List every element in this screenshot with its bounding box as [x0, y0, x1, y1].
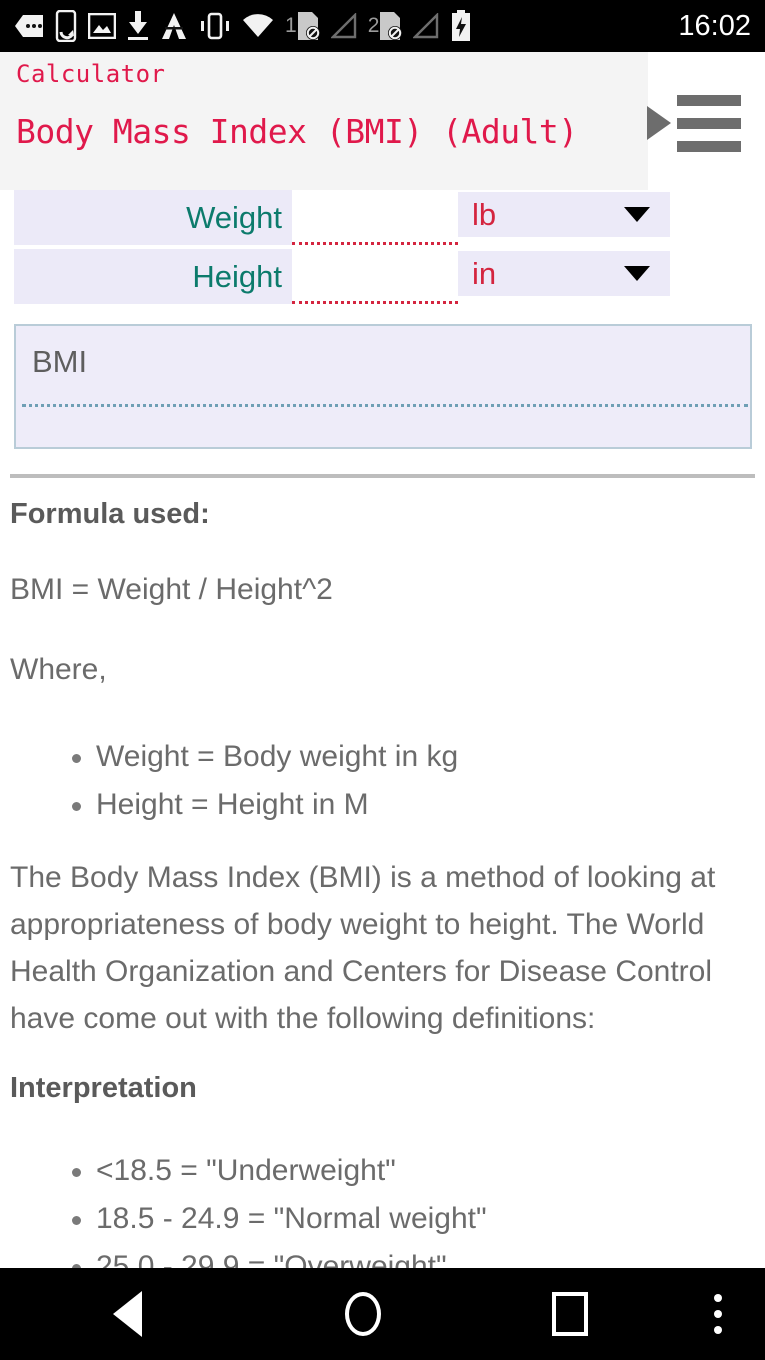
sim2-group: 2 — [368, 9, 403, 43]
battery-charging-icon — [450, 9, 472, 43]
status-icon-tray: 1 2 — [14, 9, 670, 43]
image-icon — [88, 9, 116, 43]
chevron-down-icon — [624, 266, 650, 281]
height-unit-value: in — [472, 255, 497, 291]
hamburger-icon — [677, 94, 741, 152]
recents-icon[interactable] — [470, 1268, 670, 1360]
signal2-icon — [413, 9, 439, 43]
overflow-menu-icon[interactable] — [670, 1268, 765, 1360]
weight-label: Weight — [14, 190, 292, 245]
back-icon[interactable] — [0, 1268, 255, 1360]
sim2-disabled-icon — [378, 9, 403, 43]
where-list: Weight = Body weight in kg Height = Heig… — [10, 733, 755, 828]
weight-unit-value: lb — [472, 196, 497, 232]
status-bar: 1 2 16:02 — [0, 0, 765, 52]
list-item: Weight = Body weight in kg — [10, 733, 755, 780]
list-item: 18.5 - 24.9 = "Normal weight" — [10, 1195, 755, 1242]
weight-row: Weight lb — [0, 190, 765, 245]
page-title: Body Mass Index (BMI) (Adult) — [16, 112, 578, 151]
messages-icon — [14, 9, 44, 43]
info-content: Formula used: BMI = Weight / Height^2 Wh… — [10, 498, 755, 1316]
height-input[interactable] — [292, 249, 458, 304]
home-icon[interactable] — [255, 1268, 470, 1360]
play-triangle-icon — [647, 106, 671, 140]
list-item: <18.5 = "Underweight" — [10, 1147, 755, 1194]
where-label: Where, — [10, 653, 107, 686]
phone-sync-icon — [55, 9, 77, 43]
header-text-group: Calculator Body Mass Index (BMI) (Adult) — [16, 52, 578, 151]
vibrate-icon — [199, 9, 231, 43]
weight-unit-select[interactable]: lb — [458, 192, 670, 237]
section-divider — [10, 474, 755, 478]
download-icon — [127, 9, 149, 43]
bmi-result-label: BMI — [32, 344, 88, 379]
sim1-disabled-icon — [296, 9, 320, 43]
height-row: Height in — [0, 249, 765, 304]
calculator-form: Weight lb Height in — [0, 190, 765, 308]
app-root: 1 2 16:02 Calculator Body Mass Index (BM… — [0, 0, 765, 1360]
status-clock: 16:02 — [678, 9, 751, 42]
play-list-menu-icon[interactable] — [647, 94, 743, 152]
formula-expression: BMI = Weight / Height^2 — [10, 573, 333, 606]
nfc-icon — [160, 9, 188, 43]
chevron-down-icon — [624, 207, 650, 222]
bmi-result-box[interactable]: BMI — [14, 324, 752, 449]
bmi-result-underline — [22, 404, 748, 407]
sim1-group: 1 — [285, 9, 320, 43]
weight-input[interactable] — [292, 190, 458, 245]
height-unit-select[interactable]: in — [458, 251, 670, 296]
interpretation-heading: Interpretation — [10, 1072, 197, 1104]
app-header: Calculator Body Mass Index (BMI) (Adult) — [0, 52, 765, 190]
android-nav-bar — [0, 1268, 765, 1360]
signal1-icon — [330, 9, 357, 43]
app-name-label: Calculator — [16, 60, 166, 88]
bmi-description: The Body Mass Index (BMI) is a method of… — [10, 861, 716, 1035]
wifi-icon — [242, 9, 274, 43]
list-item: Height = Height in M — [10, 781, 755, 828]
formula-heading: Formula used: — [10, 498, 210, 530]
height-label: Height — [14, 249, 292, 304]
